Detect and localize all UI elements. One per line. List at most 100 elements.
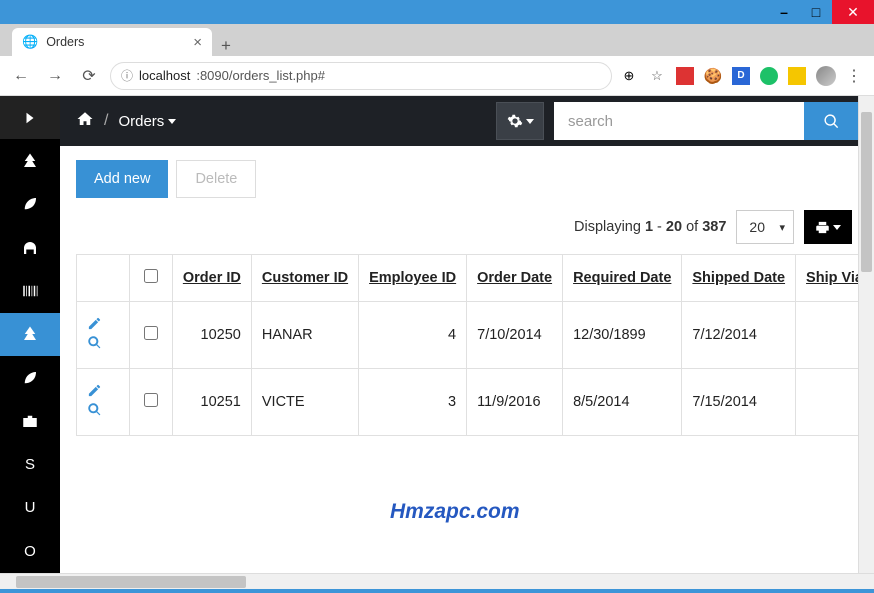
url-path: :8090/orders_list.php#	[196, 68, 325, 83]
sidebar-item-barcode[interactable]	[0, 269, 60, 312]
row-actions	[77, 369, 130, 436]
nav-back-button[interactable]: ←	[8, 63, 34, 89]
profile-avatar[interactable]	[816, 66, 836, 86]
breadcrumb-label: Orders	[118, 113, 164, 130]
extension-blue-icon[interactable]: D	[732, 67, 750, 85]
col-shipped-date[interactable]: Shipped Date	[682, 255, 796, 302]
cell-required-date: 8/5/2014	[563, 369, 682, 436]
tab-title: Orders	[46, 35, 84, 49]
cell-order-date: 11/9/2016	[467, 369, 563, 436]
sidebar-item-tree-active[interactable]	[0, 313, 60, 356]
search-input[interactable]	[554, 102, 804, 140]
globe-icon: 🌐	[22, 34, 38, 50]
window-minimize-button[interactable]	[768, 0, 800, 24]
sidebar-item-headphones[interactable]	[0, 226, 60, 269]
print-icon	[815, 220, 830, 235]
cell-customer-id: VICTE	[251, 369, 358, 436]
search-box	[554, 102, 858, 140]
browser-tab[interactable]: 🌐 Orders ×	[12, 28, 212, 56]
sidebar-toggle[interactable]	[0, 96, 60, 139]
row-actions	[77, 302, 130, 369]
pager-text: Displaying 1 - 20 of 387	[574, 219, 726, 235]
table-row: 10251 VICTE 3 11/9/2016 8/5/2014 7/15/20…	[77, 369, 874, 436]
add-new-button[interactable]: Add new	[76, 160, 168, 198]
col-checkbox	[130, 255, 173, 302]
new-tab-button[interactable]: +	[212, 36, 240, 56]
window-maximize-button[interactable]	[800, 0, 832, 24]
window-close-button[interactable]	[832, 0, 874, 24]
sidebar-item-s[interactable]: S	[0, 443, 60, 486]
cell-order-id: 10250	[172, 302, 251, 369]
col-customer-id[interactable]: Customer ID	[251, 255, 358, 302]
addressbar-actions: ⊕ ☆ 🍪 D ⋮	[620, 66, 866, 86]
chevron-down-icon	[833, 225, 841, 230]
extension-red-icon[interactable]	[676, 67, 694, 85]
orders-table: Order ID Customer ID Employee ID Order D…	[76, 254, 874, 436]
search-button[interactable]	[804, 102, 858, 140]
edit-icon[interactable]	[87, 316, 102, 331]
tab-close-icon[interactable]: ×	[193, 34, 202, 51]
col-required-date[interactable]: Required Date	[563, 255, 682, 302]
chevron-down-icon	[526, 119, 534, 124]
cell-shipped-date: 7/12/2014	[682, 302, 796, 369]
browser-tabstrip: 🌐 Orders × +	[0, 24, 874, 56]
vertical-scrollbar[interactable]	[858, 96, 874, 573]
col-employee-id[interactable]: Employee ID	[359, 255, 467, 302]
action-toolbar: Add new Delete	[60, 146, 874, 206]
home-icon[interactable]	[76, 110, 94, 133]
content-area: / Orders Add new Delete Displ	[60, 96, 874, 573]
window-titlebar	[0, 0, 874, 24]
url-host: localhost	[139, 68, 190, 83]
view-icon[interactable]	[87, 402, 102, 417]
breadcrumb-current[interactable]: Orders	[118, 113, 176, 130]
sidebar-item-leaf1[interactable]	[0, 183, 60, 226]
cell-order-id: 10251	[172, 369, 251, 436]
app-shell: S U O / Orders	[0, 96, 874, 573]
extension-green-icon[interactable]	[760, 67, 778, 85]
nav-reload-button[interactable]: ⟳	[76, 63, 102, 89]
search-icon	[823, 113, 840, 130]
chevron-down-icon	[168, 119, 176, 124]
sidebar-item-briefcase[interactable]	[0, 400, 60, 443]
nav-forward-button[interactable]: →	[42, 63, 68, 89]
browser-menu-icon[interactable]: ⋮	[846, 66, 862, 86]
print-button[interactable]	[804, 210, 852, 244]
horizontal-scrollbar[interactable]	[0, 573, 874, 589]
view-icon[interactable]	[87, 335, 102, 350]
page-size-select[interactable]: 20	[736, 210, 794, 244]
sidebar-item-tree1[interactable]	[0, 139, 60, 182]
pager: Displaying 1 - 20 of 387 20	[60, 206, 874, 254]
table-row: 10250 HANAR 4 7/10/2014 12/30/1899 7/12/…	[77, 302, 874, 369]
sidebar-item-o[interactable]: O	[0, 530, 60, 573]
extension-yellow-icon[interactable]	[788, 67, 806, 85]
gear-icon	[507, 113, 523, 129]
edit-icon[interactable]	[87, 383, 102, 398]
watermark-text: Hmzapc.com	[390, 500, 520, 524]
cell-shipped-date: 7/15/2014	[682, 369, 796, 436]
select-all-checkbox[interactable]	[144, 269, 158, 283]
settings-button[interactable]	[496, 102, 544, 140]
sidebar-item-leaf2[interactable]	[0, 356, 60, 399]
browser-addressbar: ← → ⟳ ⓘ localhost:8090/orders_list.php# …	[0, 56, 874, 96]
cell-employee-id: 3	[359, 369, 467, 436]
col-actions	[77, 255, 130, 302]
sidebar: S U O	[0, 96, 60, 573]
info-icon: ⓘ	[121, 67, 133, 84]
row-checkbox[interactable]	[144, 393, 158, 407]
extension-cookie-icon[interactable]: 🍪	[704, 67, 722, 85]
search-page-icon[interactable]: ⊕	[620, 67, 638, 85]
cell-customer-id: HANAR	[251, 302, 358, 369]
col-order-date[interactable]: Order Date	[467, 255, 563, 302]
sidebar-item-u[interactable]: U	[0, 486, 60, 529]
delete-button[interactable]: Delete	[176, 160, 256, 198]
row-checkbox[interactable]	[144, 326, 158, 340]
address-field[interactable]: ⓘ localhost :8090/orders_list.php#	[110, 62, 612, 90]
bookmark-star-icon[interactable]: ☆	[648, 67, 666, 85]
breadcrumb-separator: /	[104, 112, 108, 130]
col-order-id[interactable]: Order ID	[172, 255, 251, 302]
row-checkbox-cell	[130, 369, 173, 436]
cell-required-date: 12/30/1899	[563, 302, 682, 369]
data-table-wrap: Order ID Customer ID Employee ID Order D…	[60, 254, 874, 436]
cell-employee-id: 4	[359, 302, 467, 369]
table-header-row: Order ID Customer ID Employee ID Order D…	[77, 255, 874, 302]
